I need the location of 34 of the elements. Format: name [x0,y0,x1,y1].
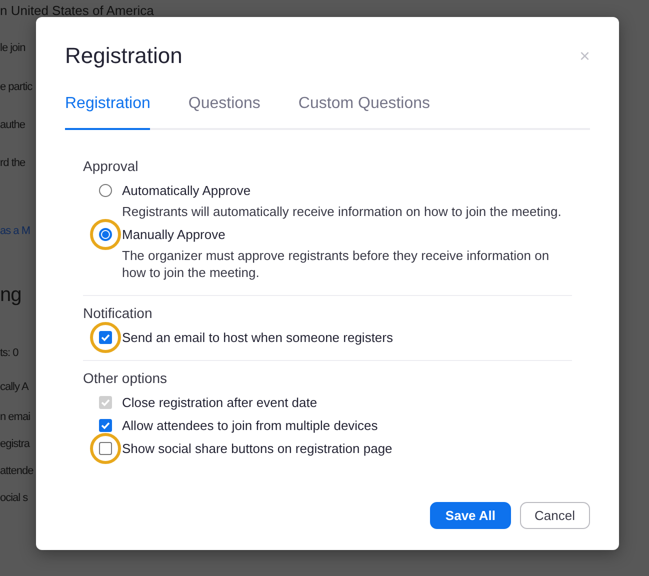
radio-button[interactable] [99,228,112,241]
dialog-title: Registration [65,43,182,69]
background-text: attende [0,464,34,479]
section-heading: Notification [83,305,152,321]
option-label: Allow attendees to join from multiple devices [122,417,378,434]
checkbox[interactable] [99,331,112,344]
save-button[interactable]: Save All [430,502,511,529]
checkbox[interactable] [99,442,112,455]
tab[interactable]: Registration [65,95,150,130]
option-label: Automatically Approve [122,182,252,199]
option-label: Manually Approve [122,226,226,243]
background-text: n United States of America [0,2,154,20]
option-label: Send an email to host when someone registers [122,329,393,346]
option-description: Registrants will automatically receive information on how to join the meeting. [122,203,562,220]
tab[interactable]: Questions [188,95,260,130]
option-description: The organizer must approve registrants before they receive information on how to join the meeting. [122,247,550,281]
background-text: n emai [0,410,30,425]
background-heading: ng [0,283,22,308]
tab[interactable]: Custom Questions [298,95,430,130]
option-label: Close registration after event date [122,394,318,411]
background-text: le join [0,41,26,56]
radio-button[interactable] [99,184,112,197]
checkbox[interactable] [99,419,112,432]
background-text: egistra [0,437,30,452]
background-text: authe [0,118,26,133]
background-text: ocial s [0,491,28,506]
option-label: Show social share buttons on registration page [122,440,392,457]
background-text: e partic [0,80,32,95]
background-text: ts: 0 [0,346,18,361]
section-heading: Approval [83,158,138,174]
background-text: cally A [0,380,28,395]
background-text: rd the [0,156,26,171]
section-heading: Other options [83,370,168,386]
cancel-button[interactable]: Cancel [520,502,590,529]
